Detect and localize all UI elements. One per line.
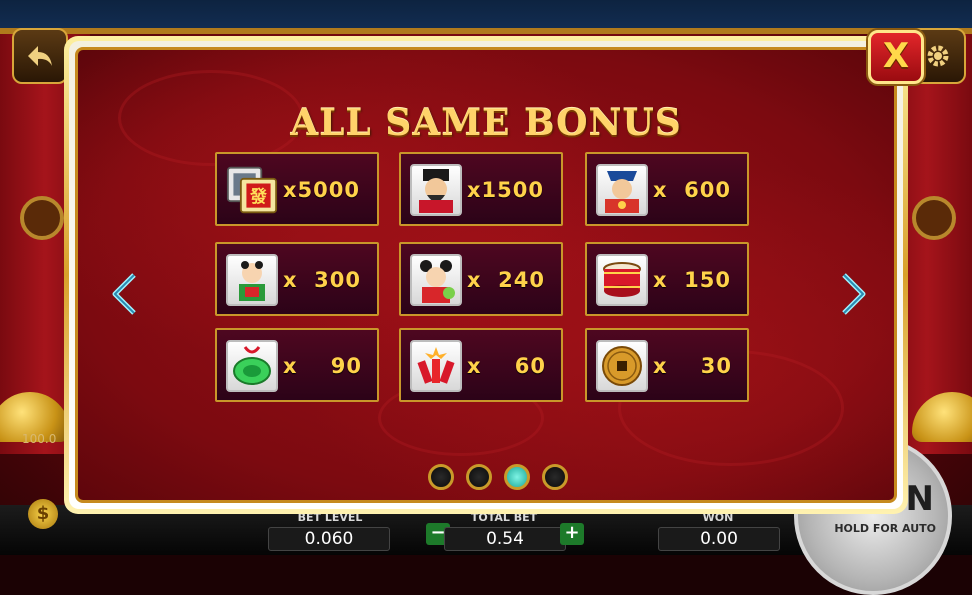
won-value: 0.00 xyxy=(658,527,780,551)
multiplier-text: x 150 xyxy=(653,268,732,292)
page-dot-active[interactable] xyxy=(504,464,530,490)
spin-hint: HOLD FOR AUTO xyxy=(834,522,936,535)
page-dot[interactable] xyxy=(542,464,568,490)
bonus-cell: x1500 xyxy=(399,152,563,226)
multiplier-text: x 90 xyxy=(283,354,363,378)
popup-frame: ALL SAME BONUS 發 x5000 x1500 x 600 x 300… xyxy=(69,41,903,509)
firecracker-icon xyxy=(410,340,462,392)
drum-icon xyxy=(596,254,648,306)
total-bet-value: 0.54 xyxy=(444,527,566,551)
multiplier-text: x 600 xyxy=(653,178,732,202)
previous-page-arrow[interactable] xyxy=(110,272,138,316)
multiplier-text: x 300 xyxy=(283,268,362,292)
fa-tile-icon: 發 xyxy=(226,164,278,216)
girl-icon xyxy=(410,254,462,306)
chevron-left-icon xyxy=(112,273,136,315)
bonus-cell: x 300 xyxy=(215,242,379,316)
multiplier-text: x5000 xyxy=(283,178,360,202)
boy-icon xyxy=(226,254,278,306)
bonus-cell: x 240 xyxy=(399,242,563,316)
page-indicator xyxy=(428,464,568,490)
bonus-cell: x 600 xyxy=(585,152,749,226)
balance-coin-icon: $ xyxy=(28,499,58,529)
next-page-arrow[interactable] xyxy=(840,272,868,316)
page-dot[interactable] xyxy=(428,464,454,490)
door-knocker-icon xyxy=(20,196,64,240)
close-button[interactable]: X xyxy=(868,30,924,84)
bonus-cell: 發 x5000 xyxy=(215,152,379,226)
multiplier-text: x 30 xyxy=(653,354,733,378)
page-dot[interactable] xyxy=(466,464,492,490)
svg-text:發: 發 xyxy=(249,186,267,206)
jade-icon xyxy=(226,340,278,392)
god-of-wealth-icon xyxy=(410,164,462,216)
back-arrow-icon xyxy=(28,46,52,66)
fortune-god-icon xyxy=(596,164,648,216)
multiplier-text: x 240 xyxy=(467,268,546,292)
increase-bet-button[interactable]: + xyxy=(560,523,584,545)
bonus-cell: x 150 xyxy=(585,242,749,316)
bet-level-value: 0.060 xyxy=(268,527,390,551)
multiplier-text: x 60 xyxy=(467,354,547,378)
top-strip xyxy=(0,0,972,30)
bonus-cell: x 90 xyxy=(215,328,379,402)
popup-title: ALL SAME BONUS xyxy=(290,102,682,144)
gear-icon xyxy=(927,45,949,67)
balance-fragment: 100.0 xyxy=(22,432,57,446)
top-trim xyxy=(0,28,972,34)
chevron-right-icon xyxy=(842,273,866,315)
paytable-popup: ALL SAME BONUS 發 x5000 x1500 x 600 x 300… xyxy=(64,36,908,514)
bonus-cell: x 30 xyxy=(585,328,749,402)
coin-icon xyxy=(596,340,648,392)
bonus-cell: x 60 xyxy=(399,328,563,402)
door-knocker-icon xyxy=(912,196,956,240)
back-button[interactable] xyxy=(12,28,68,84)
popup-panel: ALL SAME BONUS 發 x5000 x1500 x 600 x 300… xyxy=(75,47,897,503)
multiplier-text: x1500 xyxy=(467,178,544,202)
